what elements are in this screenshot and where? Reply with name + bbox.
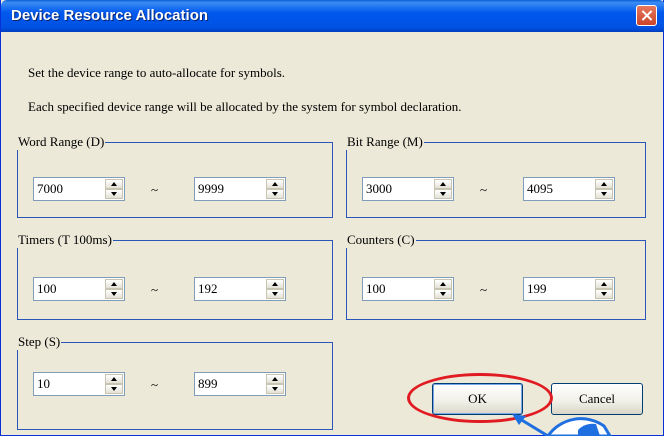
step-end-value[interactable]: 899 xyxy=(198,376,218,392)
step-end-spinner[interactable]: 899 xyxy=(194,372,286,396)
word-range-label: Word Range (D) xyxy=(18,134,105,149)
spin-up-icon[interactable] xyxy=(105,279,123,289)
spin-up-icon[interactable] xyxy=(105,179,123,189)
close-icon[interactable] xyxy=(636,5,657,26)
bit-range-start-spinner[interactable]: 3000 xyxy=(362,177,454,201)
intro-line-1: Set the device range to auto-allocate fo… xyxy=(28,65,286,80)
spin-up-icon[interactable] xyxy=(595,179,613,189)
spin-up-icon[interactable] xyxy=(266,374,284,384)
range-separator: ~ xyxy=(151,282,159,297)
timers-label: Timers (T 100ms) xyxy=(18,232,112,247)
spin-up-icon[interactable] xyxy=(266,279,284,289)
range-separator: ~ xyxy=(480,282,488,297)
bit-range-label: Bit Range (M) xyxy=(347,134,423,149)
spin-up-icon[interactable] xyxy=(434,179,452,189)
spin-down-icon[interactable] xyxy=(266,189,284,199)
word-range-start-value[interactable]: 7000 xyxy=(37,181,63,197)
spin-down-icon[interactable] xyxy=(595,289,613,299)
step-start-value[interactable]: 10 xyxy=(37,376,50,392)
counters-group: Counters (C) xyxy=(346,232,646,320)
timers-start-spinner[interactable]: 100 xyxy=(33,277,125,301)
spin-down-icon[interactable] xyxy=(434,289,452,299)
counters-label: Counters (C) xyxy=(347,232,415,247)
counters-start-spinner[interactable]: 100 xyxy=(362,277,454,301)
range-separator: ~ xyxy=(480,182,488,197)
highlight-oval xyxy=(407,373,553,423)
window-title: Device Resource Allocation xyxy=(11,7,209,24)
spin-up-icon[interactable] xyxy=(434,279,452,289)
word-range-group: Word Range (D) xyxy=(17,134,333,218)
spin-down-icon[interactable] xyxy=(266,384,284,394)
word-range-end-spinner[interactable]: 9999 xyxy=(194,177,286,201)
timers-end-spinner[interactable]: 192 xyxy=(194,277,286,301)
title-bar[interactable]: Device Resource Allocation xyxy=(1,0,664,32)
counters-end-spinner[interactable]: 199 xyxy=(523,277,615,301)
spin-up-icon[interactable] xyxy=(105,374,123,384)
timers-start-value[interactable]: 100 xyxy=(37,281,57,297)
spin-down-icon[interactable] xyxy=(105,189,123,199)
cancel-button[interactable]: Cancel xyxy=(551,383,643,415)
spin-up-icon[interactable] xyxy=(595,279,613,289)
counters-start-value[interactable]: 100 xyxy=(366,281,386,297)
bit-range-group: Bit Range (M) xyxy=(346,134,646,218)
bit-range-end-spinner[interactable]: 4095 xyxy=(523,177,615,201)
spin-down-icon[interactable] xyxy=(105,289,123,299)
bit-range-start-value[interactable]: 3000 xyxy=(366,181,392,197)
counters-end-value[interactable]: 199 xyxy=(527,281,547,297)
dialog-window: Device Resource Allocation Set the devic… xyxy=(0,0,664,436)
bit-range-end-value[interactable]: 4095 xyxy=(527,181,553,197)
timers-group: Timers (T 100ms) xyxy=(17,232,333,320)
step-start-spinner[interactable]: 10 xyxy=(33,372,125,396)
range-separator: ~ xyxy=(151,182,159,197)
step-label: Step (S) xyxy=(18,334,61,349)
dialog-body: Set the device range to auto-allocate fo… xyxy=(4,32,660,432)
spin-down-icon[interactable] xyxy=(434,189,452,199)
spin-down-icon[interactable] xyxy=(105,384,123,394)
spin-up-icon[interactable] xyxy=(266,179,284,189)
range-separator: ~ xyxy=(151,377,159,392)
word-range-start-spinner[interactable]: 7000 xyxy=(33,177,125,201)
word-range-end-value[interactable]: 9999 xyxy=(198,181,224,197)
timers-end-value[interactable]: 192 xyxy=(198,281,218,297)
intro-line-2: Each specified device range will be allo… xyxy=(28,99,462,114)
spin-down-icon[interactable] xyxy=(266,289,284,299)
spin-down-icon[interactable] xyxy=(595,189,613,199)
